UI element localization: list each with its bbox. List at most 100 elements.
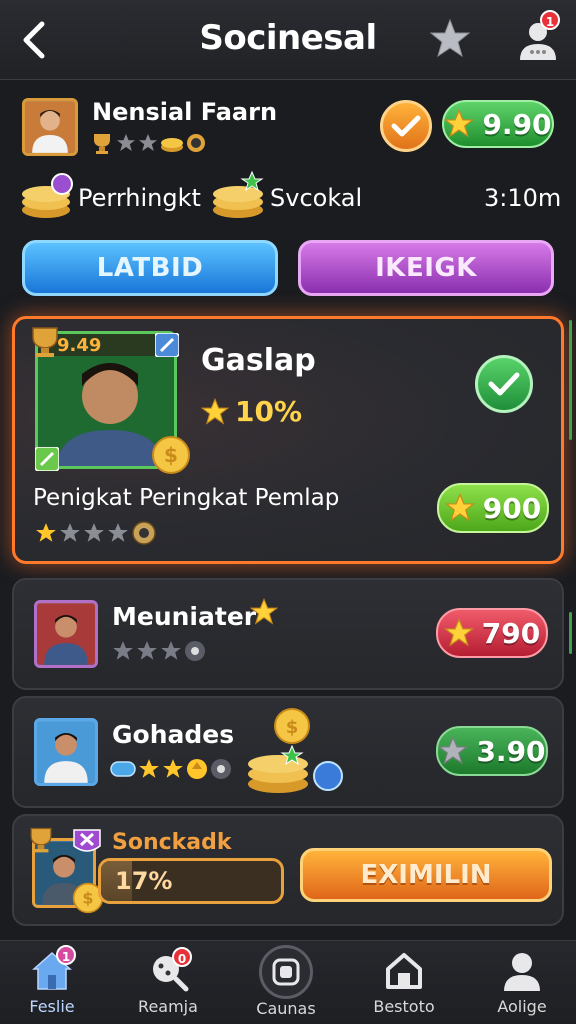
score-value: 900: [482, 491, 542, 525]
medal-icon: [187, 759, 207, 779]
badge-icon: [211, 759, 231, 779]
featured-score-pill[interactable]: 900: [437, 483, 549, 533]
profile-rating: [90, 132, 206, 154]
coin-label-1: Perrhingkt: [78, 184, 201, 212]
svg-text:$: $: [164, 443, 178, 467]
nav-label: Caunas: [256, 999, 316, 1018]
card-rating: [112, 640, 206, 662]
card-avatar: [34, 718, 98, 786]
svg-text:$: $: [82, 889, 93, 908]
person-portrait-icon: [37, 603, 95, 665]
checkmark-icon: [391, 115, 421, 137]
profile-panel: Nensial Faarn 9.90 Perrhingkt Svcokal 3:…: [0, 82, 576, 308]
coin-stack-star-icon: [213, 170, 264, 218]
nav-item-profile[interactable]: Aolige: [472, 949, 572, 1016]
coin-icon: $: [152, 436, 190, 474]
star-icon: [60, 523, 80, 542]
favorite-button[interactable]: [429, 18, 471, 62]
profile-name: Nensial Faarn: [92, 98, 278, 126]
featured-card[interactable]: 9.49 $ Gaslap 10% Penigkat Peringkat Pem…: [12, 316, 564, 564]
ikeigk-button[interactable]: IKEIGK: [298, 240, 554, 296]
nav-item-home[interactable]: 1 Feslie: [2, 945, 102, 1016]
person-portrait-icon: [25, 101, 75, 153]
list-card[interactable]: Meuniater 790: [12, 578, 564, 690]
coin-stack-icon: [161, 138, 183, 152]
card-avatar: [34, 600, 98, 668]
profile-avatar[interactable]: [22, 98, 78, 156]
star-icon: [429, 18, 471, 58]
star-icon: [139, 759, 159, 778]
card-rating: [110, 758, 232, 780]
trophy-icon: [30, 827, 52, 853]
star-icon: [163, 759, 183, 778]
star-icon: [84, 523, 104, 542]
eximilin-button[interactable]: EXIMILIN: [300, 848, 552, 902]
score-value: 3.90: [476, 734, 546, 768]
nav-label: Feslie: [29, 997, 75, 1016]
nav-label: Bestoto: [373, 997, 435, 1016]
svg-text:$: $: [286, 717, 299, 738]
star-icon: [117, 134, 135, 151]
progress-text: 17%: [115, 867, 173, 895]
star-icon: [137, 641, 157, 660]
app-header: Socinesal 1: [0, 0, 576, 80]
score-value: 790: [481, 616, 541, 650]
scrollbar[interactable]: [569, 320, 572, 440]
card-score-pill[interactable]: 790: [436, 608, 548, 658]
person-portrait-icon: [37, 721, 95, 783]
verified-badge: [380, 100, 432, 152]
nav-item-reamja[interactable]: 0 Reamja: [118, 947, 218, 1016]
star-icon: [113, 641, 133, 660]
nav-item-bestoto[interactable]: Bestoto: [354, 949, 454, 1016]
card-title: Meuniater: [112, 602, 257, 631]
progress-card[interactable]: $ Sonckadk 17% EXIMILIN: [12, 814, 564, 926]
featured-percent: 10%: [201, 395, 302, 428]
edit-icon: [155, 333, 179, 357]
progress-bar: 17%: [98, 858, 284, 904]
card-score-pill[interactable]: 3.90: [436, 726, 548, 776]
star-icon: [36, 523, 56, 542]
star-icon: [108, 523, 128, 542]
page-title: Socinesal: [199, 18, 377, 58]
completed-check: [475, 355, 533, 413]
user-icon: [504, 953, 540, 991]
bottom-nav: 1 Feslie 0 Reamja Caunas Bestoto Aolige: [0, 940, 576, 1024]
rank-badge-text: 9.49: [57, 335, 102, 356]
star-icon: [438, 736, 469, 765]
notification-badge: 1: [540, 10, 560, 30]
trophy-icon: [94, 134, 110, 154]
coin-label-2: Svcokal: [270, 184, 363, 212]
camera-icon: [272, 958, 300, 986]
rank-badge: 9.49: [57, 335, 101, 356]
profile-score-pill[interactable]: 9.90: [442, 100, 554, 148]
nav-badge: 1: [56, 945, 76, 965]
medal-icon: [132, 521, 156, 545]
latbid-button[interactable]: LATBID: [22, 240, 278, 296]
nav-label: Aolige: [497, 997, 547, 1016]
gem-icon: [110, 761, 136, 777]
badge-icon: [185, 641, 205, 661]
timer-text: 3:10m: [484, 184, 562, 212]
house-icon: [386, 953, 422, 989]
badge-icon: [187, 134, 205, 152]
star-icon: [443, 618, 474, 647]
star-icon: [139, 134, 157, 151]
profile-notification-button[interactable]: 1: [516, 10, 564, 62]
score-value: 9.90: [482, 107, 552, 141]
nav-label: Reamja: [138, 997, 198, 1016]
edit-icon: [35, 447, 59, 471]
star-icon: [444, 493, 475, 522]
percent-value: 10%: [235, 395, 303, 428]
featured-rating: [35, 521, 157, 545]
star-icon: [161, 641, 181, 660]
star-icon: [201, 397, 229, 425]
star-icon: [444, 109, 475, 138]
checkmark-icon: [488, 372, 520, 396]
nav-badge: 0: [172, 947, 192, 967]
coin-stack-icon: [22, 173, 73, 218]
trophy-icon: [32, 327, 58, 357]
featured-title: Gaslap: [201, 343, 316, 378]
card-title: Gohades: [112, 720, 235, 749]
list-card[interactable]: Gohades $ 3.90: [12, 696, 564, 808]
nav-item-camera[interactable]: Caunas: [236, 945, 336, 1018]
